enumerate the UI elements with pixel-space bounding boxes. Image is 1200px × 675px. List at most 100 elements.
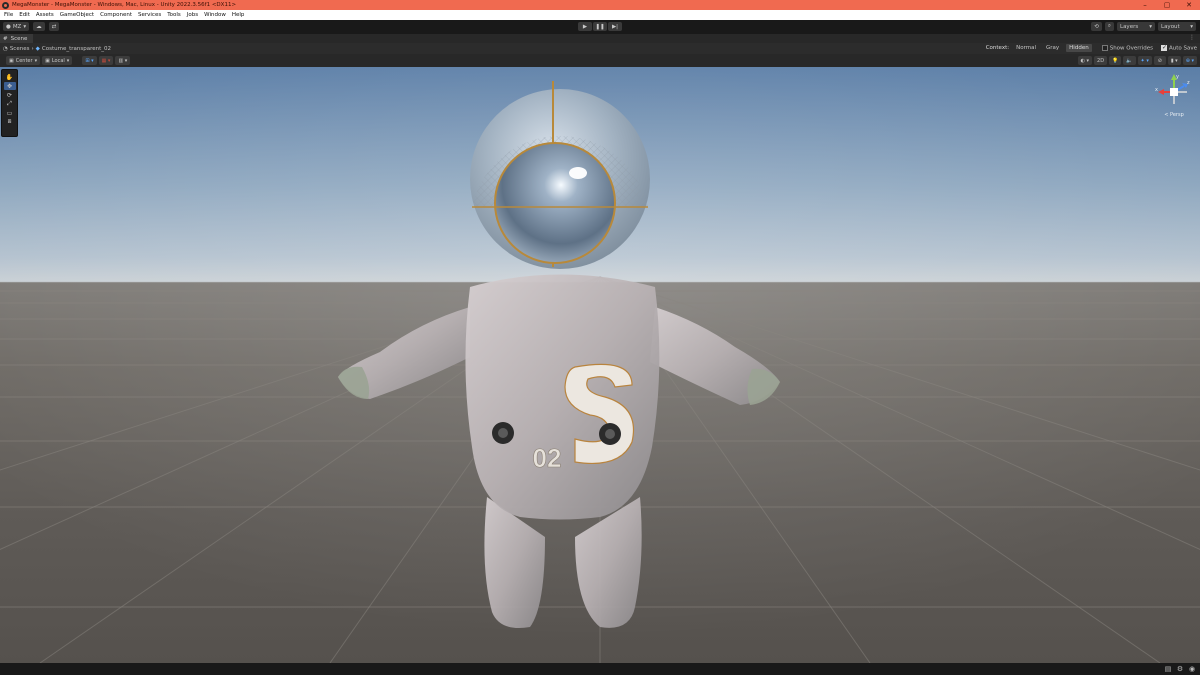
gizmo-axis-x: x [1155, 87, 1158, 93]
draw-mode-dropdown[interactable]: ◐ ▾ [1077, 56, 1093, 65]
more-options-icon[interactable]: ⋮ [1189, 34, 1195, 41]
rect-tool-button[interactable]: ▭ [4, 109, 16, 117]
shading-icon: ◐ ▾ [1080, 57, 1090, 64]
menu-file[interactable]: File [4, 12, 13, 18]
breadcrumb: ◔ Scenes › ◆ Costume_transparent_02 [3, 46, 111, 52]
menu-services[interactable]: Services [138, 12, 161, 18]
rotate-icon: ⟳ [6, 91, 13, 99]
gizmos-dropdown[interactable]: ⊕ ▾ [1182, 56, 1197, 65]
context-label: Context: [985, 45, 1010, 51]
search-icon: ⌕ [1107, 23, 1111, 29]
menu-assets[interactable]: Assets [36, 12, 54, 18]
scene-viewport[interactable]: 02 S [0, 67, 1200, 663]
package-icon[interactable]: ▤ [1164, 665, 1172, 673]
gizmo-axis-y: y [1176, 74, 1179, 80]
grid-snap-icon: ⊞ ▾ [85, 57, 94, 64]
settings-icon[interactable]: ⚙ [1176, 665, 1184, 673]
camera-dropdown[interactable]: ▮ ▾ [1167, 56, 1181, 65]
play-button[interactable]: ▶ [578, 22, 592, 31]
search-button[interactable]: ⌕ [1104, 22, 1114, 31]
scene-tab-strip: # Scene ⋮ [0, 34, 1200, 43]
rotate-tool-button[interactable]: ⟳ [4, 91, 16, 99]
unity-scene-icon: ◔ [3, 45, 8, 52]
chevron-down-icon: ▾ [34, 57, 38, 64]
menu-edit[interactable]: Edit [19, 12, 30, 18]
undo-history-button[interactable]: ⟲ [1091, 22, 1102, 31]
context-normal[interactable]: Normal [1013, 44, 1039, 52]
pivot-dropdown[interactable]: ▣ Center ▾ [6, 56, 41, 65]
step-button[interactable]: ▶| [608, 22, 622, 31]
transform-tool-button[interactable]: ⧈ [4, 118, 16, 126]
tab-scene[interactable]: # Scene [0, 34, 34, 43]
rect-icon: ▭ [6, 109, 13, 117]
grid-snap-button[interactable]: ⊞ ▾ [82, 56, 97, 65]
menu-tools[interactable]: Tools [167, 12, 181, 18]
menu-help[interactable]: Help [232, 12, 245, 18]
tab-scene-label: Scene [10, 35, 28, 42]
maximize-button[interactable]: ▢ [1156, 0, 1178, 10]
menu-gameobject[interactable]: GameObject [60, 12, 94, 18]
status-bar: ▤ ⚙ ◉ [0, 663, 1200, 675]
layers-dropdown[interactable]: Layers ▾ [1117, 22, 1155, 31]
move-tool-button[interactable]: ✥ [3, 82, 16, 90]
unity-logo-icon [2, 1, 9, 9]
prefab-breadcrumb-bar: ◔ Scenes › ◆ Costume_transparent_02 Cont… [0, 43, 1200, 54]
local-space-icon: ▣ [45, 57, 50, 64]
hand-icon: ✋ [5, 73, 14, 81]
version-control-icon: ⇄ [51, 23, 57, 30]
grid-icon: # [3, 35, 8, 42]
breadcrumb-prefab[interactable]: Costume_transparent_02 [42, 46, 111, 52]
context-hidden[interactable]: Hidden [1066, 44, 1092, 52]
grid-visibility-button[interactable]: ▥ ▾ [115, 56, 131, 65]
context-controls: Context: Normal Gray Hidden Show Overrid… [986, 44, 1197, 52]
incremental-snap-button[interactable]: ▦ ▾ [98, 56, 114, 65]
menu-component[interactable]: Component [100, 12, 132, 18]
account-label: MZ [12, 23, 22, 30]
grid-icon: ▥ ▾ [118, 57, 128, 64]
window-title: MegaMonster - MegaMonster - Windows, Mac… [12, 2, 237, 8]
layout-dropdown[interactable]: Layout ▾ [1158, 22, 1196, 31]
hidden-objects-toggle[interactable]: ⊘ [1153, 56, 1166, 65]
pivot-label: Center [15, 57, 33, 64]
main-toolbar: ● MZ ▾ ☁ ⇄ ▶ ❚❚ ▶| ⟲ ⌕ Layers ▾ Layout ▾ [0, 20, 1200, 34]
cloud-button[interactable]: ☁ [33, 22, 45, 31]
effects-icon: ✦ ▾ [1140, 57, 1149, 64]
lighting-toggle[interactable]: 💡 [1109, 56, 1122, 65]
minimize-button[interactable]: – [1134, 0, 1156, 10]
scene-view-toolbar: ▣ Center ▾ ▣ Local ▾ ⊞ ▾ ▦ ▾ ▥ ▾ ◐ ▾ 2D … [0, 54, 1200, 67]
play-icon: ▶ [582, 23, 588, 30]
window-controls: – ▢ ✕ [1134, 0, 1200, 10]
auto-save-toggle[interactable]: Auto Save [1160, 44, 1197, 52]
move-icon: ✥ [6, 82, 13, 90]
pivot-icon: ▣ [9, 57, 14, 64]
projection-label[interactable]: < Persp [1154, 112, 1194, 118]
axis-gizmo-icon: y x z [1155, 74, 1190, 104]
auto-save-label: Auto Save [1168, 45, 1197, 52]
gizmos-icon: ⊕ ▾ [1185, 57, 1194, 64]
hand-tool-button[interactable]: ✋ [4, 73, 16, 81]
menu-jobs[interactable]: Jobs [187, 12, 198, 18]
audio-toggle[interactable]: 🔈 [1123, 56, 1136, 65]
pause-button[interactable]: ❚❚ [593, 22, 607, 31]
version-control-button[interactable]: ⇄ [48, 22, 60, 31]
scale-tool-button[interactable]: ⤢ [4, 100, 16, 108]
history-icon: ⟲ [1094, 23, 1099, 30]
context-gray[interactable]: Gray [1043, 44, 1062, 52]
orientation-gizmo[interactable]: y x z < Persp [1154, 72, 1196, 120]
toggle-2d-button[interactable]: 2D [1094, 56, 1108, 65]
menu-window[interactable]: Window [204, 12, 226, 18]
cache-icon[interactable]: ◉ [1188, 665, 1196, 673]
account-dropdown[interactable]: ● MZ ▾ [3, 22, 30, 31]
show-overrides-toggle[interactable]: Show Overrides [1101, 44, 1153, 51]
camera-icon: ▮ ▾ [1170, 57, 1178, 64]
auto-save-checkbox[interactable] [1160, 44, 1167, 51]
effects-dropdown[interactable]: ✦ ▾ [1137, 56, 1152, 65]
breadcrumb-scenes[interactable]: Scenes [10, 46, 30, 52]
show-overrides-checkbox[interactable] [1101, 44, 1108, 51]
chevron-down-icon: ▾ [1190, 23, 1193, 30]
account-icon: ● [6, 23, 11, 30]
chevron-down-icon: ▾ [23, 23, 27, 30]
speaker-icon: 🔈 [1126, 57, 1133, 64]
close-button[interactable]: ✕ [1178, 0, 1200, 10]
space-dropdown[interactable]: ▣ Local ▾ [42, 56, 73, 65]
